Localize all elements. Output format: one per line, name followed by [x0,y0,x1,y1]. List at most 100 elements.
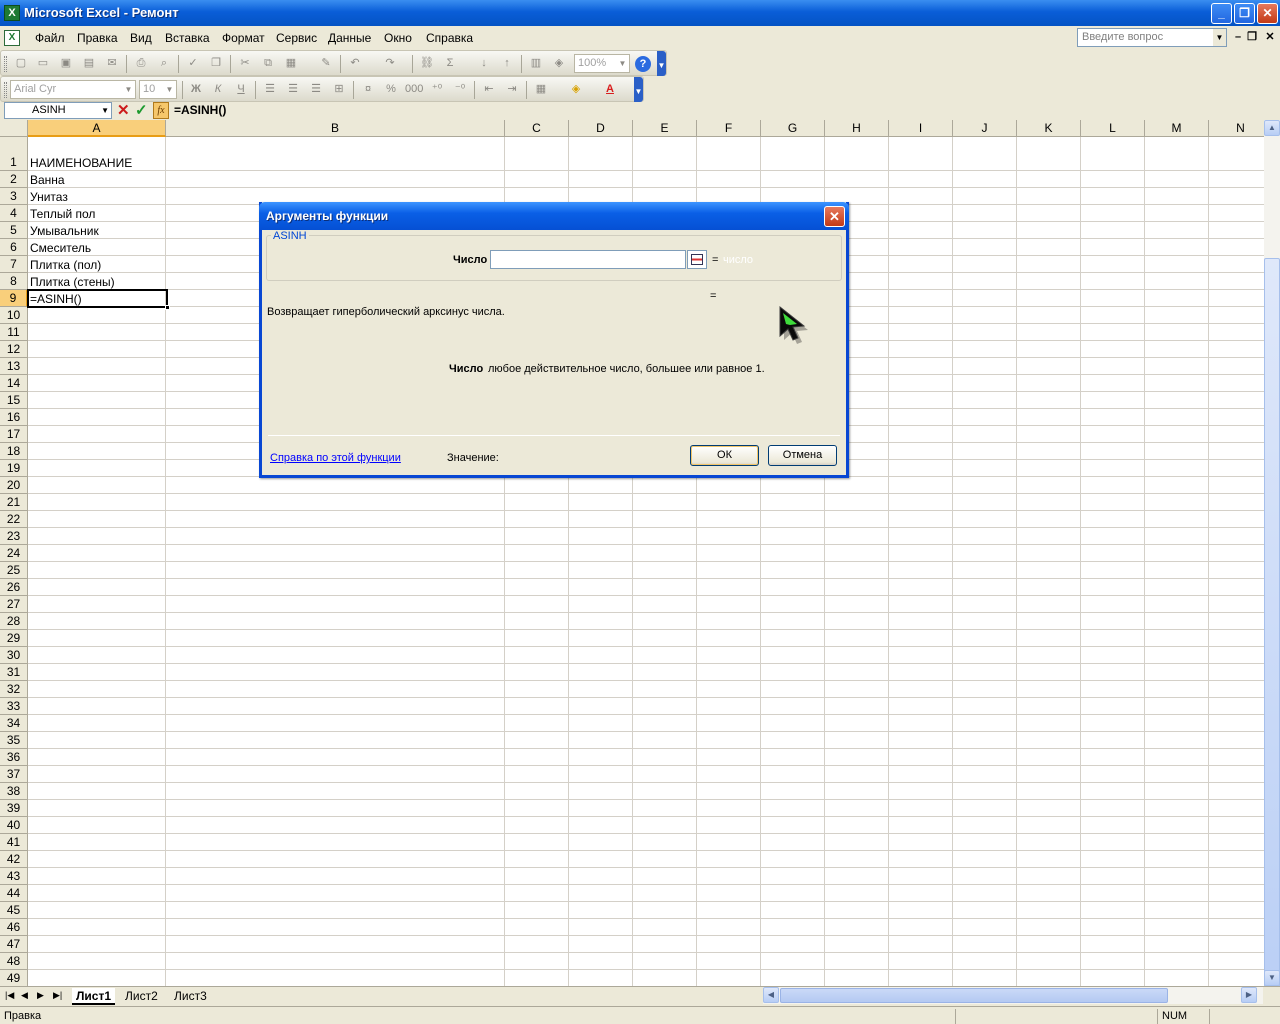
row-header-19[interactable]: 19 [0,460,28,477]
doc-minimize-button[interactable]: – [1231,30,1245,44]
row-header-24[interactable]: 24 [0,545,28,562]
row-header-8[interactable]: 8 [0,273,28,290]
hyperlink-icon[interactable]: ⛓ [418,55,436,72]
row-header-36[interactable]: 36 [0,749,28,766]
chevron-down-icon[interactable]: ▼ [123,82,134,97]
menu-edit[interactable]: Правка [77,31,118,45]
column-header-e[interactable]: E [633,120,697,137]
cancel-button[interactable]: Отмена [768,445,837,466]
save-icon[interactable]: ▣ [57,55,75,72]
row-header-37[interactable]: 37 [0,766,28,783]
permission-icon[interactable]: ▤ [80,55,98,72]
cell-a2[interactable]: Ванна [30,173,65,187]
menu-view[interactable]: Вид [130,31,152,45]
italic-button[interactable]: К [209,81,227,98]
font-size-combo[interactable]: 10 ▼ [139,80,177,99]
row-header-18[interactable]: 18 [0,443,28,460]
row-header-2[interactable]: 2 [0,171,28,188]
row-header-30[interactable]: 30 [0,647,28,664]
cell-a4[interactable]: Теплый пол [30,207,95,221]
help-icon[interactable]: ? [635,56,651,72]
column-header-m[interactable]: M [1145,120,1209,137]
increase-indent-icon[interactable]: ⇥ [503,81,521,98]
sort-ascending-icon[interactable]: ↓ [475,55,493,72]
column-header-h[interactable]: H [825,120,889,137]
row-header-44[interactable]: 44 [0,885,28,902]
maximize-button[interactable]: ❐ [1234,3,1255,24]
excel-app-icon[interactable]: X [4,5,20,21]
copy-icon[interactable]: ⧉ [259,55,277,72]
row-header-9[interactable]: 9 [0,290,28,307]
align-left-icon[interactable]: ☰ [261,81,279,98]
row-header-42[interactable]: 42 [0,851,28,868]
vertical-scroll-thumb[interactable] [1264,258,1280,1024]
doc-close-button[interactable]: ✕ [1263,30,1277,44]
research-icon[interactable]: ❐ [207,55,225,72]
toolbar-grip[interactable] [4,56,7,72]
enter-formula-icon[interactable]: ✓ [135,101,148,119]
row-header-25[interactable]: 25 [0,562,28,579]
column-header-l[interactable]: L [1081,120,1145,137]
cell-a5[interactable]: Умывальник [30,224,99,238]
horizontal-scrollbar[interactable]: ◀ ▶ [763,987,1263,1004]
row-header-48[interactable]: 48 [0,953,28,970]
row-header-43[interactable]: 43 [0,868,28,885]
row-header-22[interactable]: 22 [0,511,28,528]
collapse-dialog-button[interactable] [687,250,707,269]
tab-list3[interactable]: Лист3 [170,988,211,1005]
row-header-46[interactable]: 46 [0,919,28,936]
column-header-j[interactable]: J [953,120,1017,137]
menu-window[interactable]: Окно [384,31,412,45]
formula-content[interactable]: =ASINH() [174,103,226,117]
column-header-c[interactable]: C [505,120,569,137]
row-header-4[interactable]: 4 [0,205,28,222]
column-header-k[interactable]: K [1017,120,1081,137]
column-header-g[interactable]: G [761,120,825,137]
row-header-16[interactable]: 16 [0,409,28,426]
row-header-20[interactable]: 20 [0,477,28,494]
row-header-14[interactable]: 14 [0,375,28,392]
row-header-32[interactable]: 32 [0,681,28,698]
scroll-left-button[interactable]: ◀ [763,987,779,1003]
toolbar-grip[interactable] [4,82,7,98]
row-header-38[interactable]: 38 [0,783,28,800]
scroll-up-button[interactable]: ▲ [1264,120,1280,136]
menu-help[interactable]: Справка [426,31,473,45]
row-header-33[interactable]: 33 [0,698,28,715]
row-header-6[interactable]: 6 [0,239,28,256]
cut-icon[interactable]: ✂ [236,55,254,72]
align-center-icon[interactable]: ☰ [284,81,302,98]
menu-format[interactable]: Формат [222,31,265,45]
align-right-icon[interactable]: ☰ [307,81,325,98]
row-header-21[interactable]: 21 [0,494,28,511]
sort-descending-icon[interactable]: ↑ [498,55,516,72]
menu-data[interactable]: Данные [328,31,371,45]
chart-wizard-icon[interactable]: ▥ [527,55,545,72]
row-header-5[interactable]: 5 [0,222,28,239]
row-header-35[interactable]: 35 [0,732,28,749]
dialog-close-button[interactable]: ✕ [824,206,845,227]
cancel-formula-icon[interactable]: ✕ [117,101,130,119]
thousands-icon[interactable]: 000 [405,81,423,98]
row-header-13[interactable]: 13 [0,358,28,375]
email-icon[interactable]: ✉ [103,55,121,72]
ask-question-box[interactable]: Введите вопрос ▼ [1077,28,1227,47]
ok-button[interactable]: ОК [690,445,759,466]
font-color-icon[interactable]: A [601,81,619,98]
close-button[interactable]: ✕ [1257,3,1278,24]
function-help-link[interactable]: Справка по этой функции [270,452,401,464]
borders-icon[interactable]: ▦ [532,81,550,98]
vertical-scrollbar[interactable]: ▲ ▼ [1264,120,1280,1024]
cell-a7[interactable]: Плитка (пол) [30,258,101,272]
menu-insert[interactable]: Вставка [165,31,210,45]
row-header-27[interactable]: 27 [0,596,28,613]
argument-number-input[interactable] [490,250,686,269]
undo-icon[interactable]: ↶ [346,55,364,72]
row-header-45[interactable]: 45 [0,902,28,919]
autosum-icon[interactable]: Σ [441,55,459,72]
row-header-49[interactable]: 49 [0,970,28,986]
row-header-29[interactable]: 29 [0,630,28,647]
column-header-d[interactable]: D [569,120,633,137]
row-header-3[interactable]: 3 [0,188,28,205]
row-header-28[interactable]: 28 [0,613,28,630]
